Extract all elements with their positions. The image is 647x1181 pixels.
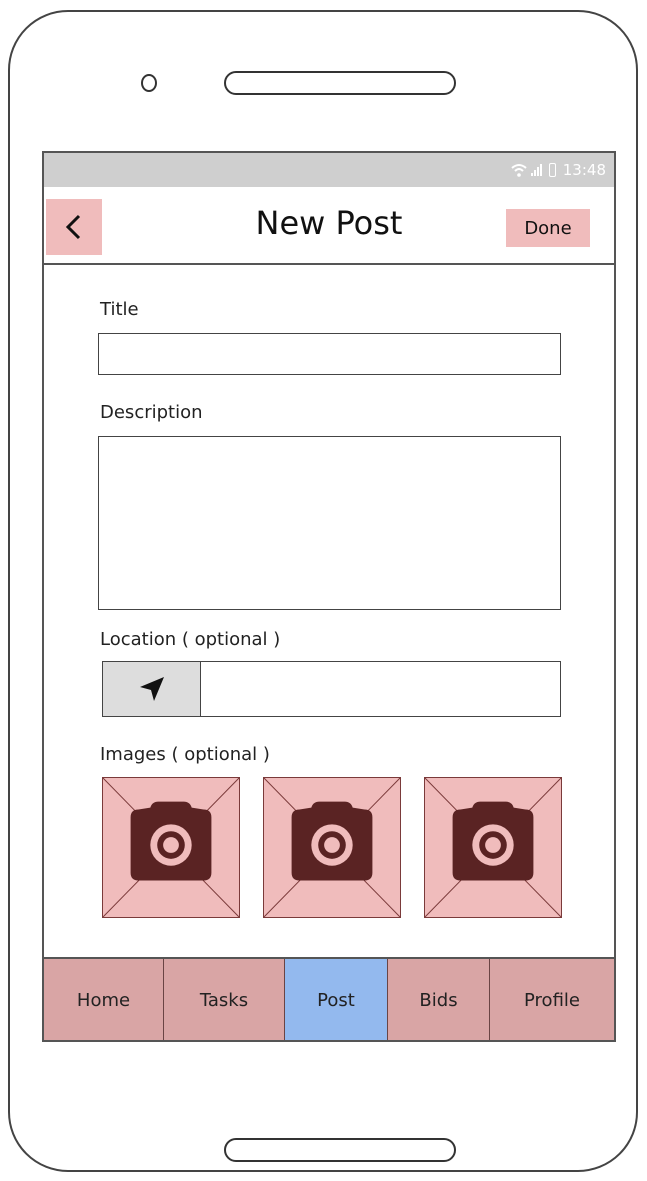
front-camera bbox=[141, 74, 157, 92]
location-label: Location ( optional ) bbox=[100, 629, 281, 650]
navigation-arrow-icon bbox=[139, 677, 164, 701]
location-input[interactable] bbox=[200, 661, 561, 717]
description-label: Description bbox=[100, 402, 203, 423]
home-key[interactable] bbox=[224, 1138, 456, 1162]
description-textarea[interactable] bbox=[98, 436, 561, 610]
camera-icon bbox=[425, 778, 561, 917]
images-label: Images ( optional ) bbox=[100, 744, 270, 765]
image-slot-2[interactable] bbox=[263, 777, 401, 918]
done-button[interactable]: Done bbox=[506, 209, 590, 247]
tab-profile[interactable]: Profile bbox=[490, 959, 614, 1040]
status-bar: 13:48 bbox=[44, 153, 614, 187]
signal-icon bbox=[530, 164, 542, 176]
status-time: 13:48 bbox=[562, 161, 606, 179]
image-slot-1[interactable] bbox=[102, 777, 240, 918]
title-label: Title bbox=[100, 299, 139, 320]
tab-home[interactable]: Home bbox=[44, 959, 164, 1040]
tab-tasks[interactable]: Tasks bbox=[164, 959, 285, 1040]
title-input[interactable] bbox=[98, 333, 561, 375]
app-screen: 13:48 New Post Done Title Description Lo… bbox=[42, 151, 616, 1042]
app-bar: New Post Done bbox=[44, 187, 614, 265]
tab-post[interactable]: Post bbox=[285, 959, 388, 1040]
camera-icon bbox=[103, 778, 239, 917]
battery-icon bbox=[548, 163, 556, 177]
locate-button[interactable] bbox=[102, 661, 200, 717]
speaker-grille bbox=[224, 71, 456, 95]
bottom-tab-bar: Home Tasks Post Bids Profile bbox=[44, 957, 614, 1040]
tab-bids[interactable]: Bids bbox=[388, 959, 490, 1040]
camera-icon bbox=[264, 778, 400, 917]
wifi-icon bbox=[511, 164, 527, 177]
image-slot-3[interactable] bbox=[424, 777, 562, 918]
